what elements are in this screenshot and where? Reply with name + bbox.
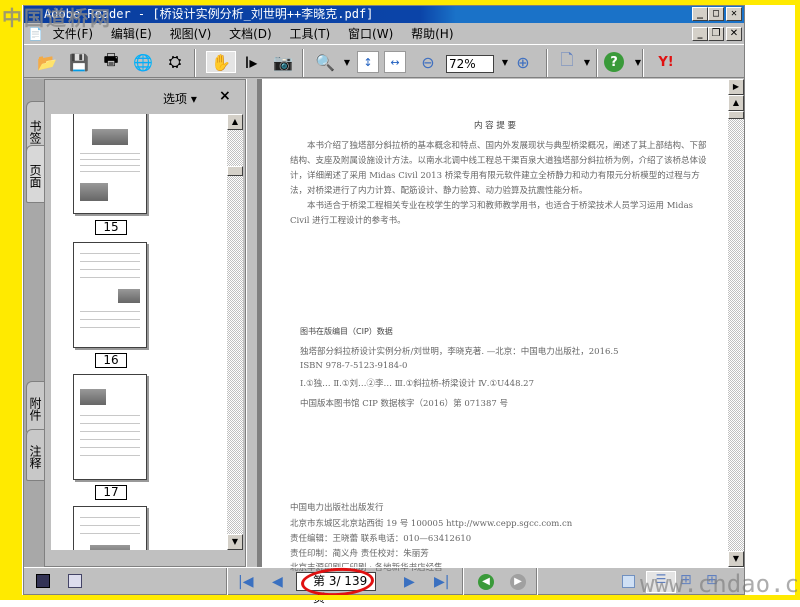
next-page-icon[interactable]: ▶ xyxy=(404,574,415,590)
scroll-thumb[interactable] xyxy=(728,111,744,119)
screen-mode-icon[interactable] xyxy=(36,574,50,588)
toolbar: 📂 💾 🖶 🌐 ⛭ ✋ I▸ 📷 🔍 ▼ ↕ ↔ ⊖ 72% ▼ ⊕ 🗋 ▼ ?… xyxy=(24,44,744,78)
zoom-level-input[interactable]: 72% xyxy=(446,55,494,73)
thumbnail-page-number: 17 xyxy=(95,485,127,500)
hand-icon[interactable]: ✋ xyxy=(206,51,236,73)
publisher-line: 责任编辑：王晓蕾 联系电话：010—63412610 xyxy=(290,534,472,544)
thumbnail-scrollbar[interactable]: ▲ ▼ xyxy=(227,114,243,550)
menu-edit[interactable]: 编辑(E) xyxy=(111,27,152,41)
doc-close-button[interactable]: ✕ xyxy=(726,27,742,41)
scroll-up-button[interactable]: ▶ xyxy=(728,79,744,95)
zoom-out-icon[interactable]: ⊖ xyxy=(417,51,439,73)
document-scrollbar[interactable]: ▶ ▲ ▼ xyxy=(728,79,744,567)
thumbnail-page-number: 16 xyxy=(95,353,127,368)
search-icon[interactable]: ⛭ xyxy=(164,51,186,73)
tab-comments[interactable]: 注释 xyxy=(26,429,44,481)
doc-heading: 内 容 提 要 xyxy=(473,121,517,131)
cip-title: 图书在版编目（CIP）数据 xyxy=(300,327,393,336)
zoom-plus-icon[interactable]: ⊕ xyxy=(512,51,534,73)
fit-width-icon[interactable]: ↔ xyxy=(384,51,406,73)
cip-number: 中国版本图书馆 CIP 数据核字（2016）第 071387 号 xyxy=(300,399,508,409)
maximize-button[interactable]: □ xyxy=(708,7,724,21)
doc-minimize-button[interactable]: _ xyxy=(692,27,708,41)
go-forward-icon[interactable]: ▶ xyxy=(510,574,526,590)
doc-restore-button[interactable]: ❐ xyxy=(708,27,724,41)
tab-attachments[interactable]: 附件 xyxy=(26,381,44,433)
menu-document[interactable]: 文档(D) xyxy=(229,27,272,41)
highlight-oval xyxy=(300,566,375,598)
scroll-thumb[interactable] xyxy=(227,166,243,176)
page-thumbnail[interactable] xyxy=(73,374,147,480)
tab-pages[interactable]: 页面 xyxy=(26,145,44,203)
panel-close-button[interactable]: × xyxy=(219,88,231,104)
snapshot-icon[interactable]: 📷 xyxy=(272,51,294,73)
yahoo-search-icon[interactable]: Y! xyxy=(650,51,682,73)
menu-view[interactable]: 视图(V) xyxy=(170,27,212,41)
zoom-in-tool-icon[interactable]: 🔍 xyxy=(314,51,336,73)
print-icon[interactable]: 🖶 xyxy=(100,50,122,73)
go-back-icon[interactable]: ◀ xyxy=(478,574,494,590)
title-bar: Adobe Reader - [桥设计实例分析_刘世明++李晓克.pdf] _ … xyxy=(24,6,744,23)
status-bar: |◀ ◀ 第 3/ 139 页 ▶ ▶| ◀ ▶ ☰ ⊞ ⊞ xyxy=(24,566,744,605)
close-button[interactable]: ✕ xyxy=(726,7,742,21)
pages-icon[interactable]: 🗋 xyxy=(556,50,578,73)
menu-window[interactable]: 窗口(W) xyxy=(348,27,393,41)
options-menu[interactable]: 选项 ▾ xyxy=(163,90,197,107)
publisher-line: 中国电力出版社出版发行 xyxy=(290,503,384,513)
window-mode-icon[interactable] xyxy=(68,574,82,588)
fit-height-icon[interactable]: ↕ xyxy=(357,51,379,73)
scroll-up-button[interactable]: ▲ xyxy=(728,95,744,111)
page-thumbnail[interactable] xyxy=(73,506,147,550)
last-page-icon[interactable]: ▶| xyxy=(434,574,449,590)
minimize-button[interactable]: _ xyxy=(692,7,708,21)
save-icon[interactable]: 💾 xyxy=(68,51,90,73)
cip-isbn: ISBN 978-7-5123-9184-0 xyxy=(300,361,408,371)
menu-bar: 📄 文件(F) 编辑(E) 视图(V) 文档(D) 工具(T) 窗口(W) 帮助… xyxy=(24,24,744,44)
doc-paragraph: 本书介绍了独塔部分斜拉桥的基本概念和特点、国内外发展现状与典型桥梁概况，阐述了其… xyxy=(290,141,707,196)
open-icon[interactable]: 📂 xyxy=(36,51,58,73)
scroll-down-button[interactable]: ▼ xyxy=(728,551,744,567)
scroll-down-button[interactable]: ▼ xyxy=(227,534,243,550)
adobe-reader-window: Adobe Reader - [桥设计实例分析_刘世明++李晓克.pdf] _ … xyxy=(23,5,745,605)
first-page-icon[interactable]: |◀ xyxy=(238,574,253,590)
pages-dropdown-icon[interactable]: ▼ xyxy=(576,51,598,73)
publisher-line: 北京市东城区北京站西街 19 号 100005 http://www.cepp.… xyxy=(290,519,573,529)
select-text-icon[interactable]: I▸ xyxy=(240,51,262,73)
scroll-up-button[interactable]: ▲ xyxy=(227,114,243,130)
help-icon[interactable]: ? xyxy=(604,52,624,72)
page-thumbnail[interactable] xyxy=(73,242,147,348)
document-view: 内 容 提 要 本书介绍了独塔部分斜拉桥的基本概念和特点、国内外发展现状与典型桥… xyxy=(258,79,728,573)
pdf-page: 内 容 提 要 本书介绍了独塔部分斜拉桥的基本概念和特点、国内外发展现状与典型桥… xyxy=(262,79,728,573)
menu-tools[interactable]: 工具(T) xyxy=(290,27,331,41)
cip-line: 独塔部分斜拉桥设计实例分析/刘世明，李晓克著. —北京：中国电力出版社，2016… xyxy=(300,347,619,357)
zoom-tool-dropdown-icon[interactable]: ▼ xyxy=(336,51,358,73)
thumbnail-page-number: 15 xyxy=(95,220,127,235)
watermark-url: www.cndao.com xyxy=(640,570,800,598)
previous-page-icon[interactable]: ◀ xyxy=(272,574,283,590)
thumbnail-list: 15 16 17 xyxy=(51,114,227,550)
watermark-logo: 中国道桥网 xyxy=(2,6,112,30)
pages-panel: 选项 ▾ × 15 16 17 ▲ ▼ xyxy=(44,79,246,567)
help-dropdown-icon[interactable]: ▼ xyxy=(627,51,649,73)
publisher-line: 责任印制：蔺义舟 责任校对：朱丽芳 xyxy=(290,549,429,559)
panel-splitter[interactable] xyxy=(246,79,258,567)
single-page-icon[interactable] xyxy=(622,575,635,588)
doc-paragraph: 本书适合于桥梁工程相关专业在校学生的学习和教师教学用书，也适合于桥梁技术人员学习… xyxy=(290,201,693,226)
page-thumbnail[interactable] xyxy=(73,114,147,214)
cip-class: Ⅰ.①独… Ⅱ.①刘…②李… Ⅲ.①斜拉桥-桥梁设计 Ⅳ.①U448.27 xyxy=(300,379,534,389)
menu-help[interactable]: 帮助(H) xyxy=(411,27,453,41)
email-icon[interactable]: 🌐 xyxy=(132,51,154,73)
side-tabs: 书签 页面 附件 注释 xyxy=(24,79,44,567)
